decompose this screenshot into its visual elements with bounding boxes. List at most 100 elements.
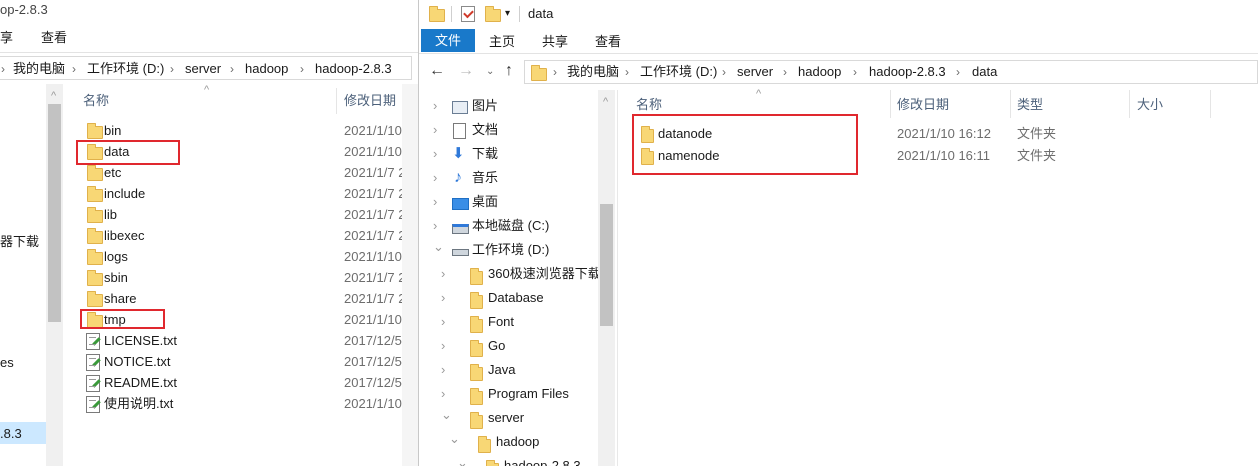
nav-item-label: hadoop: [496, 434, 540, 449]
chevron-right-icon[interactable]: ›: [433, 171, 437, 184]
nav-item-fragment[interactable]: es: [0, 355, 14, 371]
file-row[interactable]: LICENSE.txt 2017/12/5 12: [78, 331, 418, 351]
column-header-type[interactable]: 类型: [1017, 97, 1043, 113]
file-row[interactable]: lib 2021/1/7 20:: [78, 205, 416, 225]
nav-item[interactable]: › 本地磁盘 (C:): [419, 215, 597, 237]
up-arrow-icon[interactable]: ↑: [505, 63, 513, 79]
nav-item-label: Java: [488, 362, 516, 377]
breadcrumb-data[interactable]: data: [972, 64, 997, 80]
address-bar[interactable]: › 我的电脑 › 工作环境 (D:) › server › hadoop › h…: [0, 56, 412, 80]
column-header-modified[interactable]: 修改日期: [344, 93, 396, 109]
chevron-down-icon[interactable]: ⌄: [449, 432, 460, 445]
properties-check-icon[interactable]: [461, 6, 475, 22]
file-row[interactable]: sbin 2021/1/7 20:: [78, 268, 416, 288]
address-bar[interactable]: › 我的电脑 › 工作环境 (D:) › server › hadoop › h…: [524, 60, 1258, 84]
back-arrow-icon[interactable]: ←: [429, 63, 445, 79]
recent-locations-chevron-icon[interactable]: ⌄: [486, 64, 494, 80]
breadcrumb-drive-d[interactable]: 工作环境 (D:): [87, 61, 164, 77]
nav-item[interactable]: › Java: [419, 359, 597, 381]
folder-icon: [429, 6, 445, 22]
chevron-right-icon: ›: [1, 62, 5, 76]
nav-item[interactable]: ⌄ hadoop-2.8.3: [419, 455, 597, 466]
chevron-right-icon: ›: [853, 65, 857, 79]
nav-item[interactable]: › ⬇ 下载: [419, 143, 597, 165]
highlight-box-data: [76, 140, 180, 165]
file-row[interactable]: share 2021/1/7 20:: [78, 289, 416, 309]
scroll-up-arrow-icon[interactable]: ^: [603, 96, 608, 108]
file-row[interactable]: bin 2021/1/10 15: [78, 121, 418, 141]
file-row[interactable]: include 2021/1/7 20:: [78, 184, 416, 204]
title-separator: [451, 6, 452, 22]
column-header-modified[interactable]: 修改日期: [897, 97, 949, 113]
chevron-right-icon[interactable]: ›: [441, 387, 445, 400]
tab-view[interactable]: 查看: [595, 34, 621, 50]
breadcrumb-server[interactable]: server: [737, 64, 773, 80]
tab-file[interactable]: 文件: [421, 29, 475, 52]
nav-item-fragment[interactable]: 器下载: [0, 234, 39, 250]
file-row[interactable]: 使用说明.txt 2021/1/10 16: [78, 394, 418, 414]
chevron-down-icon[interactable]: ⌄: [441, 408, 452, 421]
forward-arrow-icon[interactable]: →: [458, 63, 474, 79]
breadcrumb-hadoop[interactable]: hadoop: [245, 61, 288, 77]
column-header-name[interactable]: 名称: [636, 97, 662, 113]
chevron-right-icon[interactable]: ›: [433, 123, 437, 136]
breadcrumb-hadoop-2-8-3[interactable]: hadoop-2.8.3: [315, 61, 392, 77]
quick-access-dropdown-icon[interactable]: ▾: [505, 6, 510, 22]
chevron-down-icon[interactable]: ⌄: [433, 240, 444, 253]
breadcrumb-server[interactable]: server: [185, 61, 221, 77]
nav-item[interactable]: › 文档: [419, 119, 597, 141]
file-row[interactable]: logs 2021/1/10 17: [78, 247, 418, 267]
file-row[interactable]: README.txt 2017/12/5 12: [78, 373, 418, 393]
file-name: NOTICE.txt: [104, 354, 171, 369]
highlight-box-subfolders: [632, 114, 858, 175]
chevron-right-icon[interactable]: ›: [433, 219, 437, 232]
nav-item[interactable]: › 360极速浏览器下载: [419, 263, 601, 285]
content-scrollbar[interactable]: [402, 84, 418, 466]
nav-item[interactable]: › Program Files: [419, 383, 597, 405]
file-row[interactable]: libexec 2021/1/7 20:: [78, 226, 416, 246]
nav-item-label: hadoop-2.8.3: [504, 458, 581, 466]
file-row[interactable]: etc 2021/1/7 20:: [78, 163, 416, 183]
column-header-name[interactable]: 名称: [83, 93, 109, 109]
breadcrumb-hadoop-2-8-3[interactable]: hadoop-2.8.3: [869, 64, 946, 80]
file-row[interactable]: NOTICE.txt 2017/12/5 12: [78, 352, 418, 372]
nav-item[interactable]: ⌄ hadoop: [419, 431, 597, 453]
breadcrumb-my-computer[interactable]: 我的电脑: [13, 61, 65, 77]
chevron-right-icon[interactable]: ›: [441, 363, 445, 376]
nav-scrollbar-thumb[interactable]: [48, 104, 61, 322]
nav-item[interactable]: › 桌面: [419, 191, 597, 213]
nav-item[interactable]: ⌄ 工作环境 (D:): [419, 239, 597, 261]
column-header-size[interactable]: 大小: [1137, 97, 1163, 113]
sort-ascending-icon: ^: [756, 88, 762, 100]
breadcrumb-drive-d[interactable]: 工作环境 (D:): [640, 64, 717, 80]
nav-scrollbar-thumb[interactable]: [600, 204, 613, 326]
tab-share[interactable]: 共享: [542, 34, 568, 50]
column-divider: [1010, 90, 1011, 118]
chevron-right-icon[interactable]: ›: [441, 291, 445, 304]
nav-item[interactable]: › Go: [419, 335, 597, 357]
column-divider: [890, 90, 891, 118]
tab-home[interactable]: 主页: [489, 34, 515, 50]
new-folder-icon[interactable]: [485, 6, 501, 22]
nav-item[interactable]: › 图片: [419, 95, 597, 117]
chevron-right-icon[interactable]: ›: [441, 315, 445, 328]
breadcrumb-my-computer[interactable]: 我的电脑: [567, 64, 619, 80]
chevron-right-icon[interactable]: ›: [441, 267, 445, 280]
breadcrumb-hadoop[interactable]: hadoop: [798, 64, 841, 80]
local-disk-icon: [452, 224, 469, 234]
file-type: 文件夹: [1017, 126, 1057, 141]
nav-item[interactable]: ⌄ server: [419, 407, 597, 429]
nav-item[interactable]: › ♪ 音乐: [419, 167, 597, 189]
column-divider: [336, 88, 337, 114]
tab-share[interactable]: 享: [0, 30, 13, 46]
chevron-right-icon[interactable]: ›: [433, 99, 437, 112]
nav-item[interactable]: › Database: [419, 287, 597, 309]
scroll-up-arrow-icon[interactable]: ^: [51, 90, 56, 102]
tab-view[interactable]: 查看: [41, 30, 67, 46]
chevron-right-icon[interactable]: ›: [433, 147, 437, 160]
chevron-down-icon[interactable]: ⌄: [457, 456, 468, 466]
chevron-right-icon[interactable]: ›: [433, 195, 437, 208]
chevron-right-icon[interactable]: ›: [441, 339, 445, 352]
nav-item[interactable]: › Font: [419, 311, 597, 333]
nav-item-fragment[interactable]: .8.3: [0, 426, 22, 442]
